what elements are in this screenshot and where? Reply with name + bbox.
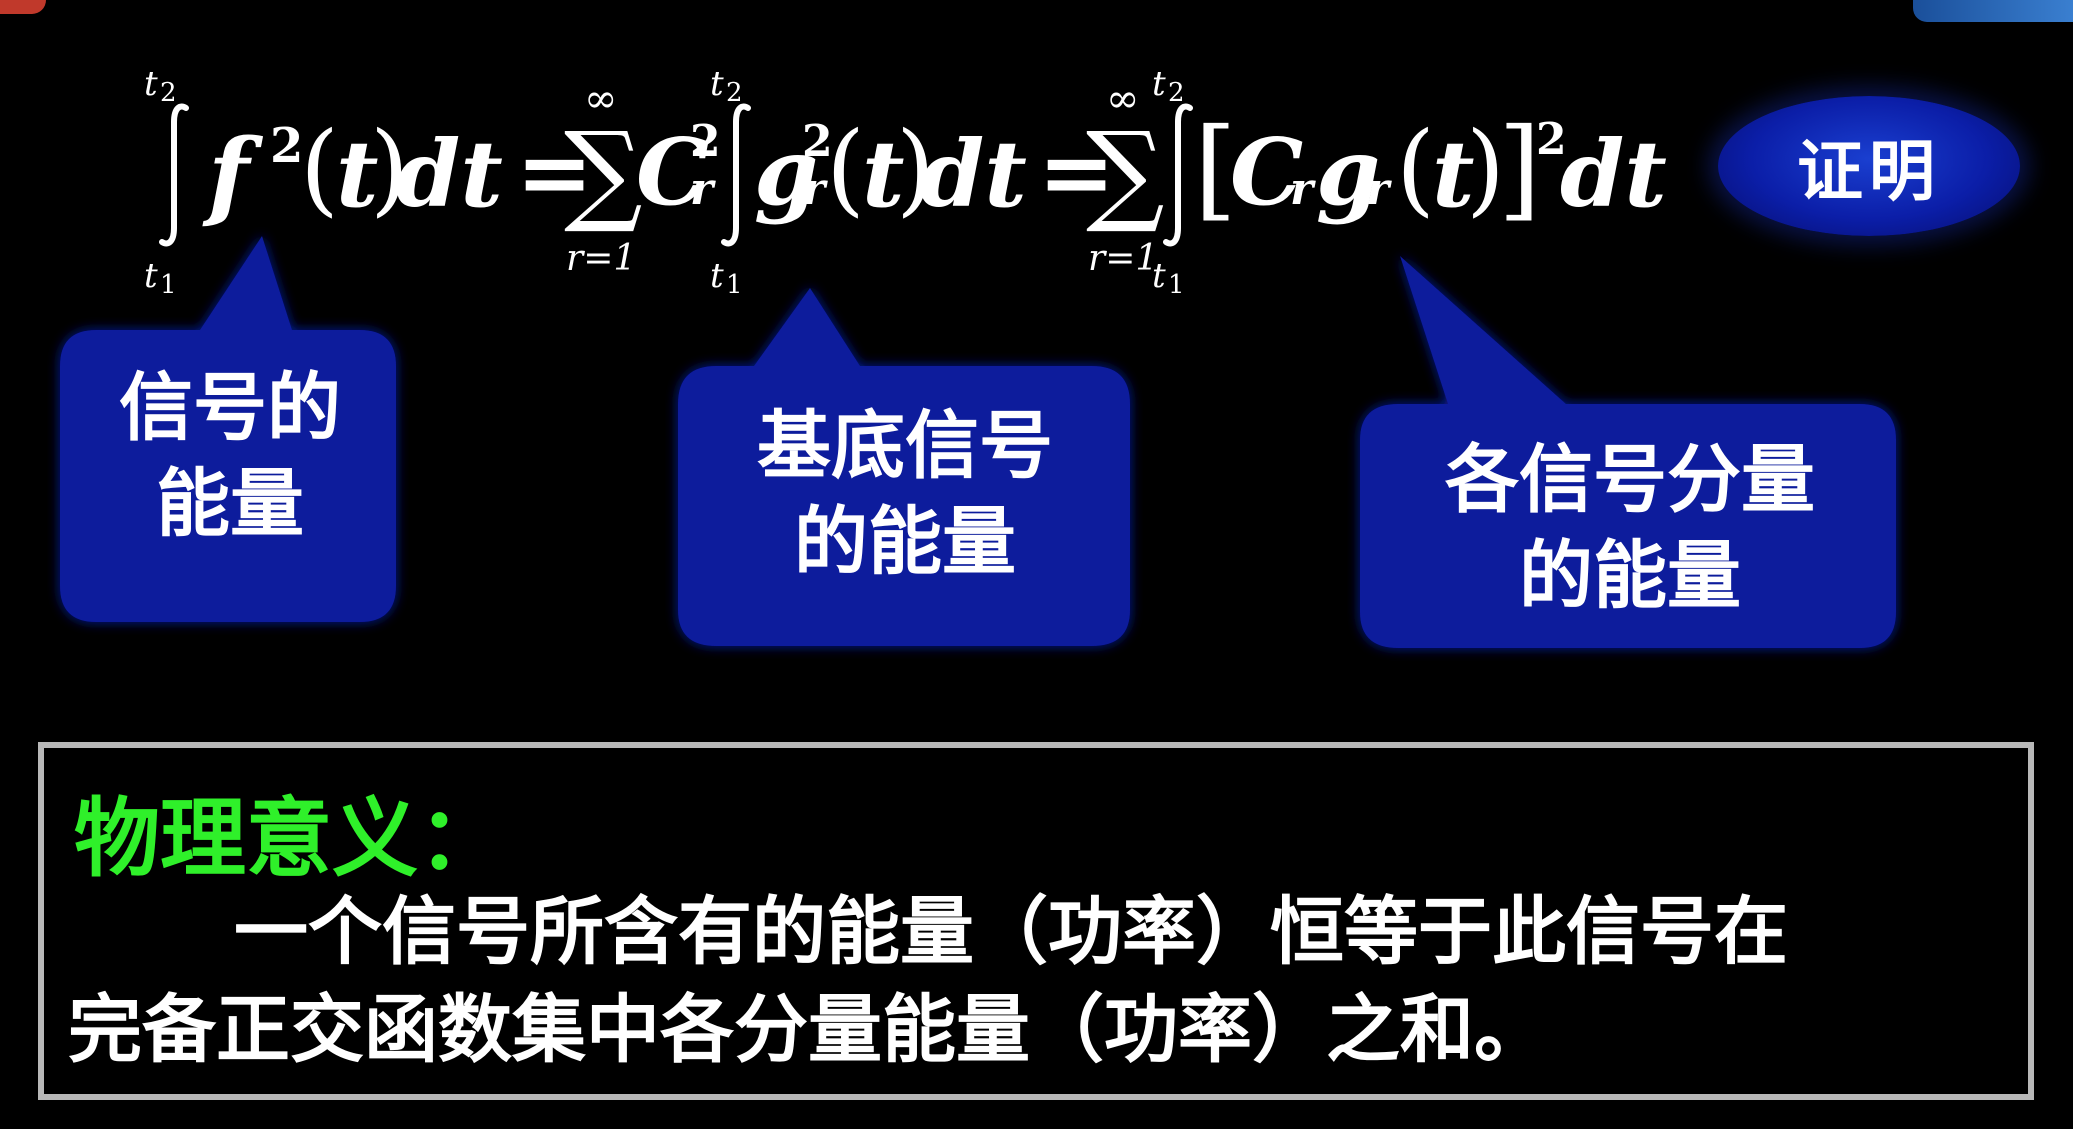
callout-basis-line1: 基底信号: [757, 403, 1053, 489]
physical-meaning-line1: 一个信号所含有的能量（功率）恒等于此信号在: [234, 889, 1788, 975]
physical-meaning-panel: 物理意义： 一个信号所含有的能量（功率）恒等于此信号在 完备正交函数集中各分量能…: [38, 742, 2034, 1100]
callout-signal-energy: 信号的 能量: [70, 360, 390, 552]
callout-basis-energy: 基底信号 的能量: [690, 398, 1120, 590]
callout-component-energy: 各信号分量 的能量: [1370, 432, 1890, 624]
callout-component-line1: 各信号分量: [1445, 437, 1815, 523]
callout-signal-line2: 能量: [156, 461, 304, 547]
physical-meaning-line2: 完备正交函数集中各分量能量（功率）之和。: [68, 987, 1548, 1073]
proof-button[interactable]: 证明: [1718, 96, 2020, 236]
callout-signal-line1: 信号的: [119, 365, 341, 451]
callout-component-line2: 的能量: [1519, 533, 1741, 619]
callout-basis-line2: 的能量: [794, 499, 1016, 585]
